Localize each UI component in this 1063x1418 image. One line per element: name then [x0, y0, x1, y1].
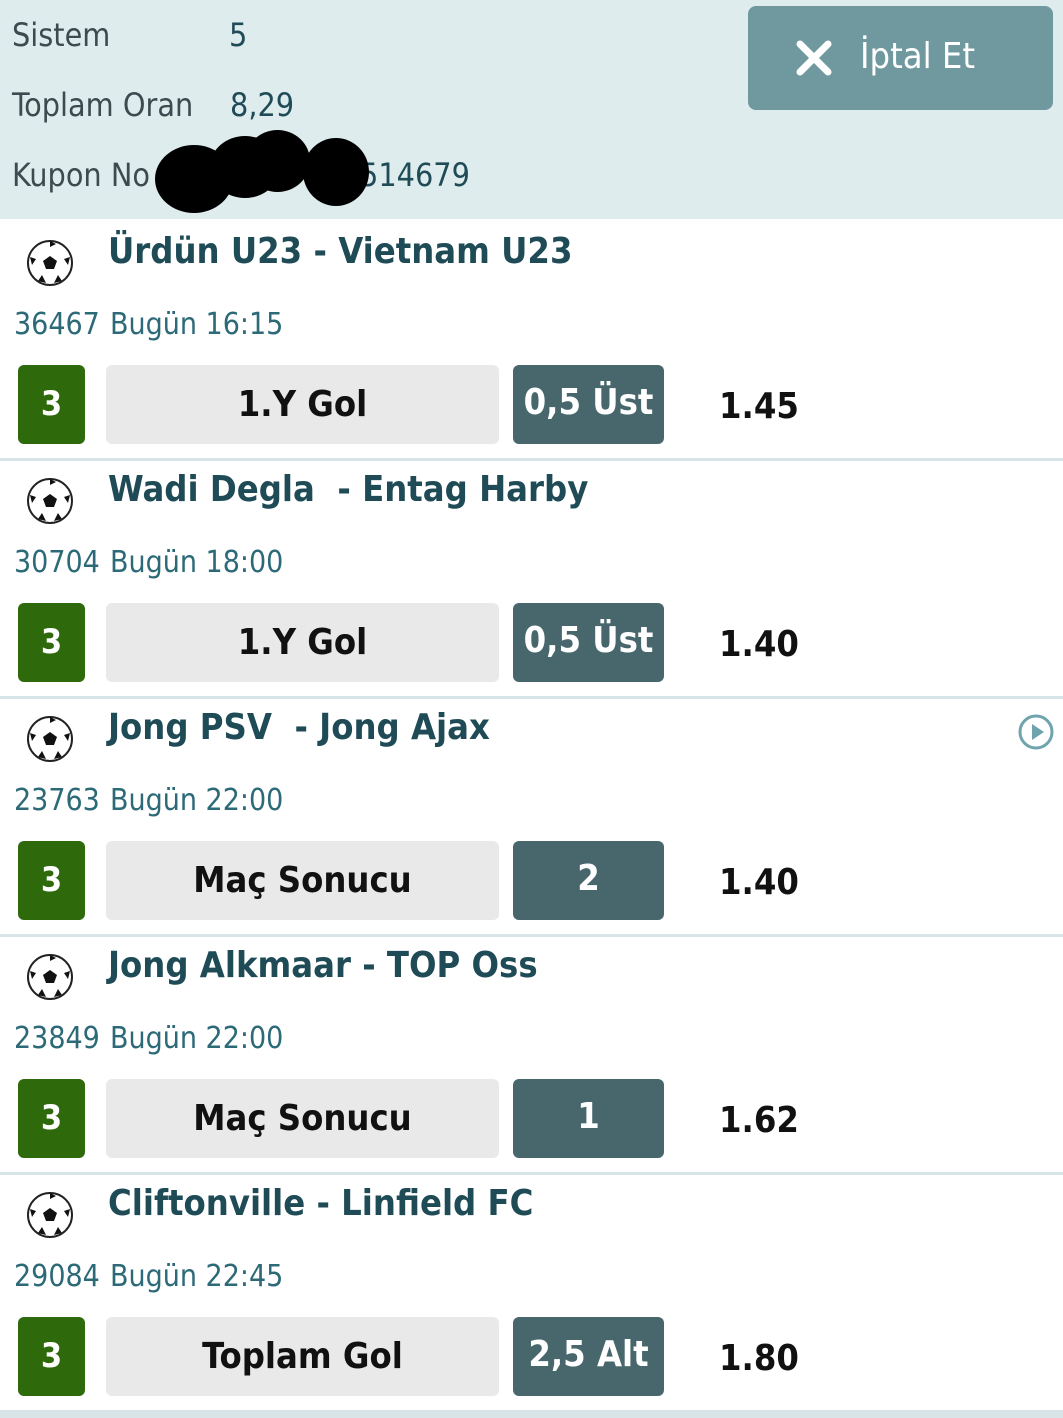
- match-code: 23849: [14, 1021, 100, 1056]
- bet-pick: 2: [513, 841, 664, 920]
- system-value: 5: [229, 16, 248, 54]
- cancel-button[interactable]: İptal Et: [748, 6, 1053, 110]
- match-teams: Cliftonville - Linfield FC: [108, 1183, 534, 1224]
- match-teams: Ürdün U23 - Vietnam U23: [108, 231, 573, 272]
- soccer-ball-icon: [27, 716, 73, 762]
- bet-odd: 1.45: [719, 386, 799, 427]
- match-code: 30704: [14, 545, 100, 580]
- bet-count-badge: 3: [18, 603, 85, 682]
- redaction-mark: [245, 130, 310, 192]
- bet-pick: 1: [513, 1079, 664, 1158]
- match-datetime: Bugün 16:15: [110, 307, 284, 342]
- bet-count-badge: 3: [18, 1079, 85, 1158]
- bet-count-badge: 3: [18, 841, 85, 920]
- bet-count-badge: 3: [18, 1317, 85, 1396]
- match-teams: Wadi Degla - Entag Harby: [108, 469, 589, 510]
- bet-odd: 1.40: [719, 862, 799, 903]
- match-teams: Jong Alkmaar - TOP Oss: [108, 945, 538, 986]
- play-circle-icon[interactable]: [1017, 713, 1055, 751]
- match-row[interactable]: Jong PSV - Jong Ajax 23763 Bugün 22:00 3…: [0, 697, 1063, 935]
- bet-odd: 1.62: [719, 1100, 799, 1141]
- soccer-ball-icon: [27, 240, 73, 286]
- match-teams: Jong PSV - Jong Ajax: [108, 707, 490, 748]
- close-icon: [796, 40, 832, 76]
- soccer-ball-icon: [27, 478, 73, 524]
- cancel-button-label: İptal Et: [860, 36, 976, 77]
- bet-pick: 0,5 Üst: [513, 365, 664, 444]
- total-odds-label: Toplam Oran: [12, 86, 194, 124]
- bet-market: 1.Y Gol: [106, 603, 499, 682]
- match-code: 29084: [14, 1259, 100, 1294]
- match-datetime: Bugün 18:00: [110, 545, 284, 580]
- coupon-header: Sistem 5 Toplam Oran 8,29 Kupon No 51467…: [0, 0, 1063, 219]
- soccer-ball-icon: [27, 1192, 73, 1238]
- bet-pick: 0,5 Üst: [513, 603, 664, 682]
- row-divider: [0, 1410, 1063, 1418]
- match-datetime: Bugün 22:00: [110, 1021, 284, 1056]
- match-row[interactable]: Jong Alkmaar - TOP Oss 23849 Bugün 22:00…: [0, 935, 1063, 1173]
- bet-market: Toplam Gol: [106, 1317, 499, 1396]
- total-odds-value: 8,29: [230, 86, 295, 124]
- match-datetime: Bugün 22:00: [110, 783, 284, 818]
- match-code: 36467: [14, 307, 100, 342]
- coupon-no-value: 514679: [360, 156, 470, 194]
- bet-count-badge: 3: [18, 365, 85, 444]
- match-code: 23763: [14, 783, 100, 818]
- match-datetime: Bugün 22:45: [110, 1259, 284, 1294]
- match-row[interactable]: Wadi Degla - Entag Harby 30704 Bugün 18:…: [0, 459, 1063, 697]
- match-row[interactable]: Ürdün U23 - Vietnam U23 36467 Bugün 16:1…: [0, 221, 1063, 459]
- bet-odd: 1.40: [719, 624, 799, 665]
- redaction-mark: [303, 138, 369, 206]
- match-row[interactable]: Cliftonville - Linfield FC 29084 Bugün 2…: [0, 1173, 1063, 1411]
- bet-market: 1.Y Gol: [106, 365, 499, 444]
- bet-market: Maç Sonucu: [106, 1079, 499, 1158]
- soccer-ball-icon: [27, 954, 73, 1000]
- bet-pick: 2,5 Alt: [513, 1317, 664, 1396]
- bet-market: Maç Sonucu: [106, 841, 499, 920]
- bet-odd: 1.80: [719, 1338, 799, 1379]
- system-label: Sistem: [12, 16, 111, 54]
- coupon-no-label: Kupon No: [12, 156, 150, 194]
